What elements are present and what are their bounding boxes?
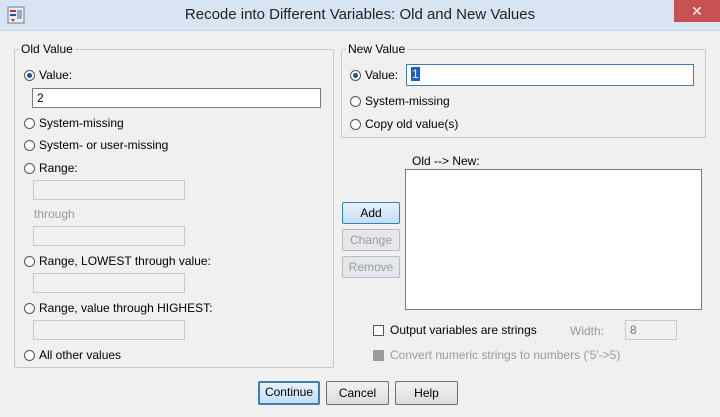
radio-indicator (350, 118, 361, 130)
convert-numeric-checkbox[interactable]: Convert numeric strings to numbers ('5'-… (373, 348, 620, 362)
old-value-radio[interactable]: Value: (24, 68, 72, 82)
copy-old-values-radio[interactable]: Copy old value(s) (350, 117, 458, 131)
old-range-radio[interactable]: Range: (24, 161, 78, 175)
old-range-highest-label: Range, value through HIGHEST: (39, 301, 213, 315)
cancel-button[interactable]: Cancel (326, 381, 389, 405)
checkbox-indicator (373, 324, 384, 336)
convert-numeric-label: Convert numeric strings to numbers ('5'-… (390, 348, 621, 362)
radio-indicator (24, 302, 35, 314)
old-range-label: Range: (39, 161, 78, 175)
old-system-missing-label: System-missing (39, 116, 124, 130)
checkbox-indicator (373, 349, 384, 361)
range-lowest-input[interactable] (33, 273, 185, 293)
radio-indicator (24, 162, 35, 174)
radio-indicator (24, 117, 35, 129)
radio-indicator (24, 69, 35, 81)
continue-button[interactable]: Continue (258, 381, 320, 405)
old-value-label: Value: (39, 68, 73, 82)
width-input[interactable]: 8 (625, 320, 677, 340)
output-strings-label: Output variables are strings (390, 323, 537, 337)
old-system-or-user-missing-label: System- or user-missing (39, 138, 169, 152)
new-system-missing-label: System-missing (365, 94, 450, 108)
copy-old-values-label: Copy old value(s) (365, 117, 459, 131)
old-value-input[interactable]: 2 (32, 88, 321, 108)
output-strings-checkbox[interactable]: Output variables are strings (373, 323, 537, 337)
through-label: through (34, 207, 75, 221)
new-value-text: 1 (411, 67, 420, 81)
radio-indicator (350, 69, 361, 81)
old-all-other-label: All other values (39, 348, 122, 362)
old-new-listbox[interactable] (405, 169, 702, 310)
help-button[interactable]: Help (395, 381, 458, 405)
new-system-missing-radio[interactable]: System-missing (350, 94, 450, 108)
add-button[interactable]: Add (342, 202, 400, 224)
old-system-or-user-missing-radio[interactable]: System- or user-missing (24, 138, 168, 152)
window-title: Recode into Different Variables: Old and… (184, 6, 536, 23)
new-value-label: Value: (365, 68, 399, 82)
remove-button[interactable]: Remove (342, 256, 400, 278)
change-button[interactable]: Change (342, 229, 400, 251)
title-bar: Recode into Different Variables: Old and… (0, 0, 720, 31)
old-system-missing-radio[interactable]: System-missing (24, 116, 124, 130)
radio-indicator (24, 255, 35, 267)
radio-indicator (24, 349, 35, 361)
new-value-radio[interactable]: Value: (350, 68, 398, 82)
close-button[interactable]: ✕ (674, 0, 720, 22)
dialog-window: Recode into Different Variables: Old and… (0, 0, 720, 417)
old-range-highest-radio[interactable]: Range, value through HIGHEST: (24, 301, 212, 315)
range-to-input[interactable] (33, 226, 185, 246)
old-all-other-radio[interactable]: All other values (24, 348, 121, 362)
old-range-lowest-label: Range, LOWEST through value: (39, 254, 211, 268)
old-new-list-label: Old --> New: (412, 154, 480, 168)
old-value-legend: Old Value (21, 42, 73, 56)
new-value-input[interactable]: 1 (406, 64, 694, 86)
radio-indicator (24, 139, 35, 151)
old-range-lowest-radio[interactable]: Range, LOWEST through value: (24, 254, 211, 268)
width-label: Width: (570, 324, 605, 338)
range-from-input[interactable] (33, 180, 185, 200)
new-value-legend: New Value (348, 42, 406, 56)
radio-indicator (350, 95, 361, 107)
range-highest-input[interactable] (33, 320, 185, 340)
